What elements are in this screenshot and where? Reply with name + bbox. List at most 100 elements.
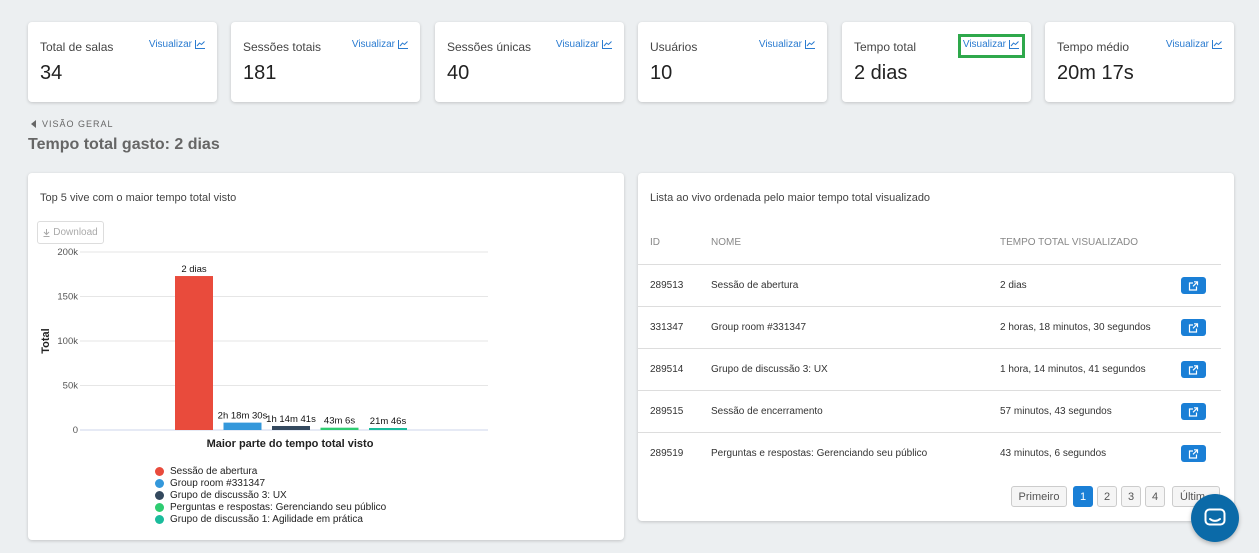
bar-data-label: 1h 14m 41s — [266, 414, 316, 425]
page-title: Tempo total gasto: 2 dias — [28, 136, 220, 153]
row-time: 43 minutos, 6 segundos — [1000, 448, 1107, 459]
stat-label: Total de salas — [40, 40, 114, 54]
bar-data-label: 2h 18m 30s — [218, 411, 268, 422]
row-id: 289519 — [650, 448, 684, 459]
y-tick-label: 200k — [57, 247, 78, 258]
legend-dot-icon — [155, 478, 164, 488]
stat-card-tempo-total: Tempo total 2 dias Visualizar — [842, 22, 1031, 102]
breadcrumb-label[interactable]: VISÃO GERAL — [42, 119, 114, 129]
legend-label: Sessão de abertura — [170, 465, 258, 477]
table-panel-title: Lista ao vivo ordenada pelo maior tempo … — [650, 192, 931, 204]
focus-highlight — [958, 34, 1025, 58]
bar — [272, 425, 310, 430]
stat-card-total-salas: Total de salas 34 Visualizar — [28, 22, 217, 102]
visualizar-link[interactable]: Visualizar — [759, 39, 815, 50]
row-id: 289515 — [650, 406, 684, 417]
pagination-page-4[interactable]: 4 — [1145, 486, 1165, 507]
bar — [223, 422, 262, 430]
stat-card-sessoes-unicas: Sessões únicas 40 Visualizar — [435, 22, 624, 102]
y-axis-label: Total — [40, 328, 52, 353]
stat-value: 10 — [650, 62, 673, 84]
external-link-icon — [1188, 322, 1199, 333]
breadcrumb[interactable]: VISÃO GERAL — [31, 119, 114, 129]
table-row: 331347 Group room #331347 2 horas, 18 mi… — [638, 306, 1221, 348]
table-row: 289514 Grupo de discussão 3: UX 1 hora, … — [638, 348, 1221, 390]
row-name: Sessão de encerramento — [711, 406, 823, 417]
row-time: 57 minutos, 43 segundos — [1000, 406, 1112, 417]
chat-launcher-button[interactable] — [1191, 494, 1239, 542]
chart-panel-title: Top 5 vive com o maior tempo total visto — [40, 192, 237, 204]
chart-icon — [1212, 40, 1222, 49]
pagination-page-1[interactable]: 1 — [1073, 486, 1093, 507]
row-time: 2 dias — [1000, 280, 1027, 291]
legend-label: Grupo de discussão 3: UX — [170, 489, 287, 501]
open-external-button[interactable] — [1181, 361, 1206, 378]
chart-panel: Top 5 vive com o maior tempo total visto… — [28, 173, 624, 540]
legend-label: Grupo de discussão 1: Agilidade em práti… — [170, 514, 363, 526]
chart-icon — [195, 40, 205, 49]
pagination-page-3[interactable]: 3 — [1121, 486, 1141, 507]
legend-item[interactable]: Perguntas e respostas: Gerenciando seu p… — [155, 502, 386, 514]
legend-label: Group room #331347 — [170, 477, 266, 489]
stat-card-sessoes-totais: Sessões totais 181 Visualizar — [231, 22, 420, 102]
visualizar-link[interactable]: Visualizar — [149, 39, 205, 50]
row-time: 2 horas, 18 minutos, 30 segundos — [1000, 322, 1151, 333]
stat-value: 181 — [243, 62, 277, 84]
legend-dot-icon — [155, 490, 164, 500]
row-id: 289513 — [650, 280, 684, 291]
legend-dot-icon — [155, 515, 164, 525]
open-external-button[interactable] — [1181, 403, 1206, 420]
column-header-nome[interactable]: NOME — [711, 237, 741, 248]
stat-value: 40 — [447, 62, 470, 84]
chart-icon — [398, 40, 408, 49]
external-link-icon — [1188, 364, 1199, 375]
legend-item[interactable]: Group room #331347 — [155, 477, 386, 489]
stat-value: 2 dias — [854, 62, 908, 84]
legend-item[interactable]: Grupo de discussão 3: UX — [155, 489, 386, 501]
stat-label: Tempo médio — [1057, 40, 1130, 54]
stat-label: Sessões únicas — [447, 40, 532, 54]
open-external-button[interactable] — [1181, 319, 1206, 336]
row-name: Perguntas e respostas: Gerenciando seu p… — [711, 448, 928, 459]
visualizar-link[interactable]: Visualizar — [556, 39, 612, 50]
chat-icon — [1204, 508, 1226, 526]
stat-label: Sessões totais — [243, 40, 322, 54]
stat-label: Usuários — [650, 40, 698, 54]
download-button[interactable]: Download — [37, 221, 104, 244]
stat-value: 20m 17s — [1057, 62, 1134, 84]
y-tick-label: 100k — [57, 336, 78, 347]
external-link-icon — [1188, 406, 1199, 417]
row-name: Group room #331347 — [711, 322, 807, 333]
visualizar-link[interactable]: Visualizar — [1166, 39, 1222, 50]
legend-item[interactable]: Sessão de abertura — [155, 465, 386, 477]
row-id: 289514 — [650, 364, 684, 375]
legend-dot-icon — [155, 503, 164, 513]
bar — [175, 276, 213, 430]
stat-card-usuarios: Usuários 10 Visualizar — [638, 22, 827, 102]
visualizar-link[interactable]: Visualizar — [352, 39, 408, 50]
table-row: 289513 Sessão de abertura 2 dias — [638, 264, 1221, 306]
y-tick-label: 0 — [73, 425, 78, 436]
chart-icon — [602, 40, 612, 49]
bar-data-label: 43m 6s — [324, 416, 355, 427]
bar-data-label: 21m 46s — [370, 416, 407, 427]
caret-left-icon — [31, 120, 36, 128]
row-name: Sessão de abertura — [711, 280, 799, 291]
pagination-first-button[interactable]: Primeiro — [1011, 486, 1067, 507]
column-header-id[interactable]: ID — [650, 237, 660, 248]
chart-icon — [805, 40, 815, 49]
bar — [320, 427, 359, 430]
open-external-button[interactable] — [1181, 277, 1206, 294]
y-tick-label: 50k — [63, 381, 79, 392]
external-link-icon — [1188, 280, 1199, 291]
row-name: Grupo de discussão 3: UX — [711, 364, 828, 375]
pagination-page-2[interactable]: 2 — [1097, 486, 1117, 507]
open-external-button[interactable] — [1181, 445, 1206, 462]
legend-item[interactable]: Grupo de discussão 1: Agilidade em práti… — [155, 514, 386, 526]
table-row: 289515 Sessão de encerramento 57 minutos… — [638, 390, 1221, 432]
row-time: 1 hora, 14 minutos, 41 segundos — [1000, 364, 1146, 375]
stat-card-tempo-medio: Tempo médio 20m 17s Visualizar — [1045, 22, 1234, 102]
column-header-tempo[interactable]: TEMPO TOTAL VISUALIZADO — [1000, 237, 1138, 248]
table-row: 289519 Perguntas e respostas: Gerenciand… — [638, 432, 1221, 474]
row-id: 331347 — [650, 322, 684, 333]
